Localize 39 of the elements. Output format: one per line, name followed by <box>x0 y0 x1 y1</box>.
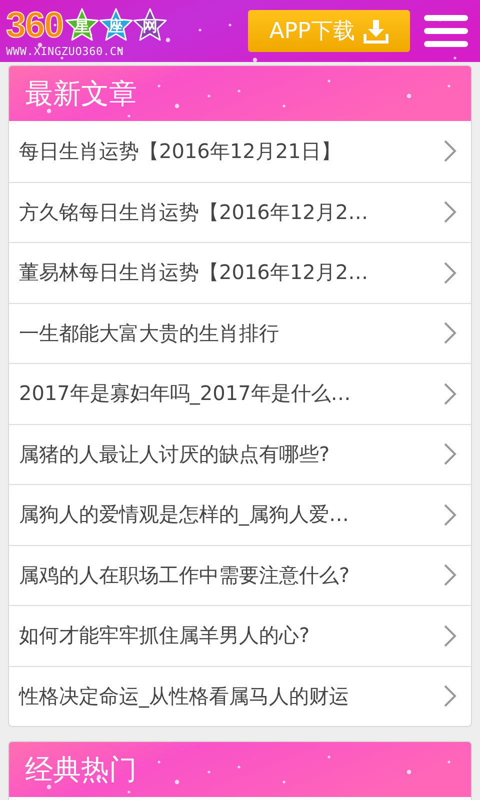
chevron-right-icon <box>443 321 457 346</box>
article-title: 如何才能牢牢抓住属羊男人的心? <box>19 622 311 650</box>
logo-url: WWW.XINGZUO360.CN <box>6 46 125 58</box>
menu-icon[interactable] <box>424 14 468 48</box>
article-title: 方久铭每日生肖运势【2016年12月2… <box>19 198 370 226</box>
chevron-right-icon <box>443 200 457 224</box>
chevron-right-icon <box>443 684 457 708</box>
article-title: 每日生肖运势【2016年12月21日】 <box>19 138 342 165</box>
chevron-right-icon <box>443 624 457 648</box>
article-row[interactable]: 属猪的人最让人讨厌的缺点有哪些? <box>9 424 471 484</box>
article-title: 性格决定命运_从性格看属马人的财运 <box>19 682 350 710</box>
article-title: 属狗人的爱情观是怎样的_属狗人爱… <box>19 501 350 528</box>
logo-character: 座 <box>108 18 124 34</box>
article-row[interactable]: 2017年是寡妇年吗_2017年是什么… <box>9 363 471 424</box>
logo-character: 星 <box>74 18 90 34</box>
article-title: 2017年是寡妇年吗_2017年是什么… <box>19 380 352 408</box>
article-title: 属猪的人最让人讨厌的缺点有哪些? <box>19 440 331 468</box>
article-row[interactable]: 一生都能大富大贵的生肖排行 <box>9 302 471 363</box>
article-row[interactable]: 方久铭每日生肖运势【2016年12月2… <box>9 182 471 242</box>
chevron-right-icon <box>443 442 457 466</box>
article-row[interactable]: 每日生肖运势【2016年12月21日】 <box>9 121 471 182</box>
chevron-right-icon <box>443 260 457 285</box>
article-title: 一生都能大富大贵的生肖排行 <box>19 320 280 347</box>
chevron-right-icon <box>443 139 457 164</box>
chevron-right-icon <box>443 502 457 527</box>
chevron-right-icon <box>443 382 457 406</box>
article-row[interactable]: 属鸡的人在职场工作中需要注意什么? <box>9 544 471 605</box>
article-row[interactable]: 如何才能牢牢抓住属羊男人的心? <box>9 605 471 666</box>
article-title: 董易林每日生肖运势【2016年12月2… <box>19 259 370 286</box>
article-row[interactable]: 性格决定命运_从性格看属马人的财运 <box>9 666 471 726</box>
logo-character: 网 <box>142 18 158 34</box>
article-row[interactable]: 属狗人的爱情观是怎样的_属狗人爱… <box>9 484 471 544</box>
section-title: 经典热门 <box>25 756 137 784</box>
article-row[interactable]: 董易林每日生肖运势【2016年12月2… <box>9 242 471 302</box>
section-title: 最新文章 <box>25 80 137 108</box>
logo-number: 360 <box>6 4 64 44</box>
article-title: 属鸡的人在职场工作中需要注意什么? <box>19 562 351 589</box>
download-icon <box>362 18 389 44</box>
chevron-right-icon <box>443 563 457 588</box>
